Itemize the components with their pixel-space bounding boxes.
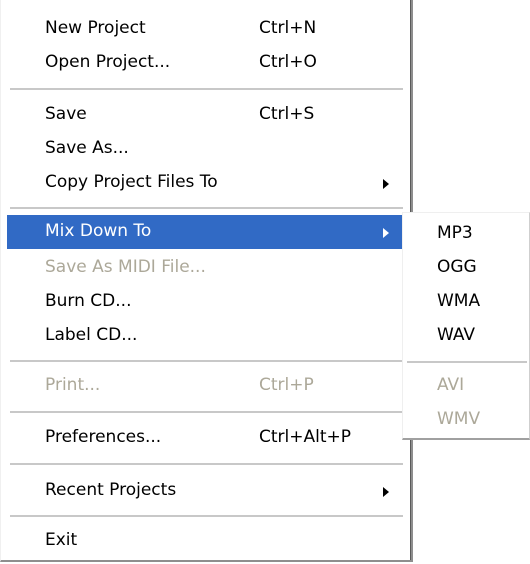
menu-item-burn-cd[interactable]: Burn CD... (7, 285, 405, 319)
menu-item-label: New Project (45, 18, 146, 38)
menu-item-print: Print... Ctrl+P (7, 369, 405, 403)
menu-item-shortcut: Ctrl+Alt+P (259, 427, 352, 447)
menu-item-save-as-midi-file: Save As MIDI File... (7, 251, 405, 285)
menu-item-label: Open Project... (45, 52, 171, 72)
menu-item-label: Burn CD... (45, 291, 132, 311)
menu-item-label: Save (45, 104, 87, 124)
menu-item-label: Label CD... (45, 325, 138, 345)
submenu-arrow-icon (383, 228, 389, 238)
menu-item-shortcut: Ctrl+S (259, 104, 315, 124)
menu-separator (10, 88, 403, 90)
file-menu: New Project Ctrl+N Open Project... Ctrl+… (0, 0, 413, 562)
menu-item-label-cd[interactable]: Label CD... (7, 319, 405, 353)
submenu-item-ogg[interactable]: OGG (403, 251, 530, 285)
submenu-item-wmv: WMV (403, 403, 530, 437)
submenu-item-mp3[interactable]: MP3 (403, 217, 530, 251)
menu-item-shortcut: Ctrl+O (259, 52, 317, 72)
menu-item-label: Save As MIDI File... (45, 257, 206, 277)
submenu-item-label: AVI (437, 375, 465, 395)
submenu-item-avi: AVI (403, 369, 530, 403)
menu-item-save-as[interactable]: Save As... (7, 132, 405, 166)
menu-item-shortcut: Ctrl+N (259, 18, 317, 38)
submenu-item-label: WMA (437, 291, 481, 311)
submenu-item-wav[interactable]: WAV (403, 319, 530, 353)
menu-item-shortcut: Ctrl+P (259, 375, 314, 395)
menu-item-mix-down-to[interactable]: Mix Down To (7, 215, 405, 249)
menu-separator (10, 411, 403, 413)
menu-item-label: Recent Projects (45, 480, 177, 500)
submenu-item-label: OGG (437, 257, 477, 277)
submenu-separator (407, 361, 527, 363)
menu-item-label: Copy Project Files To (45, 172, 218, 192)
menu-item-label: Print... (45, 375, 101, 395)
menu-item-new-project[interactable]: New Project Ctrl+N (7, 12, 405, 46)
submenu-item-label: WMV (437, 409, 481, 429)
menu-item-label: Save As... (45, 138, 129, 158)
menu-item-label: Exit (45, 530, 78, 550)
menu-item-recent-projects[interactable]: Recent Projects (7, 474, 405, 508)
menu-item-open-project[interactable]: Open Project... Ctrl+O (7, 46, 405, 80)
submenu-item-label: WAV (437, 325, 476, 345)
menu-separator (10, 515, 403, 517)
menu-separator (10, 463, 403, 465)
menu-separator (10, 360, 403, 362)
menu-item-exit[interactable]: Exit (7, 524, 405, 558)
menu-item-label: Preferences... (45, 427, 162, 447)
mix-down-submenu: MP3 OGG WMA WAV AVI WMV (402, 212, 530, 440)
submenu-arrow-icon (383, 179, 389, 189)
submenu-item-label: MP3 (437, 223, 473, 243)
menu-item-copy-project-files-to[interactable]: Copy Project Files To (7, 166, 405, 200)
menu-item-preferences[interactable]: Preferences... Ctrl+Alt+P (7, 421, 405, 455)
submenu-item-wma[interactable]: WMA (403, 285, 530, 319)
submenu-arrow-icon (383, 487, 389, 497)
menu-item-label: Mix Down To (45, 221, 152, 241)
menu-separator (10, 207, 403, 209)
menu-item-save[interactable]: Save Ctrl+S (7, 98, 405, 132)
